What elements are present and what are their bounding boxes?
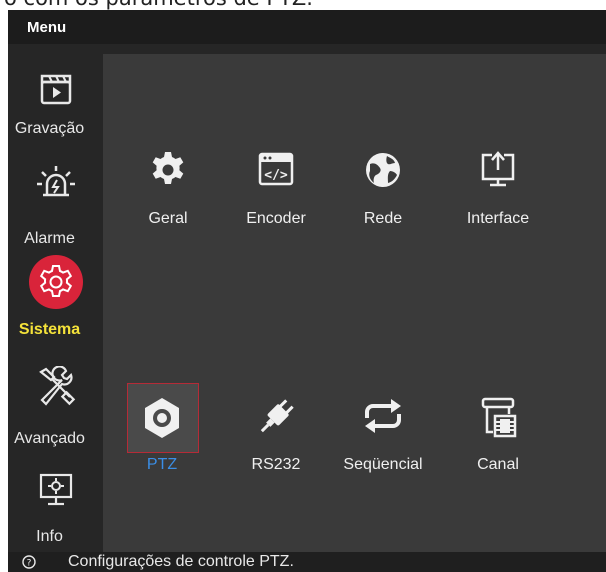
tile-label: PTZ (146, 456, 178, 473)
sidebar-item-gravacao[interactable]: Gravação (8, 44, 103, 144)
tile-canal[interactable]: Canal (443, 396, 553, 516)
gear-icon (28, 255, 83, 309)
dvr-menu-window: Menu Gravação Alarme Sistema Avançado In… (8, 10, 606, 572)
status-bar: ? Configurações de controle PTZ. (8, 552, 606, 572)
sidebar: Gravação Alarme Sistema Avançado Info (8, 44, 103, 552)
loop-arrows-icon (328, 396, 438, 436)
sidebar-item-label: Avançado (14, 430, 85, 447)
sidebar-item-avancado[interactable]: Avançado (8, 362, 103, 462)
globe-icon (328, 150, 438, 190)
sidebar-item-label: Sistema (18, 321, 81, 338)
sidebar-item-alarme[interactable]: Alarme (8, 154, 103, 247)
caption-text: o com os parâmetros de PTZ. (4, 0, 313, 10)
sidebar-item-label: Gravação (14, 120, 85, 137)
help-circle-icon: ? (22, 555, 38, 571)
gear-icon (113, 150, 223, 190)
active-indicator (8, 255, 103, 309)
tile-rs232[interactable]: RS232 (221, 396, 331, 516)
tile-label: Interface (466, 210, 530, 227)
sidebar-item-info[interactable]: Info (8, 462, 103, 552)
alarm-siren-icon (8, 164, 103, 200)
menu-title-bar: Menu (8, 10, 606, 44)
sidebar-item-sistema[interactable]: Sistema (8, 252, 103, 352)
tile-interface[interactable]: Interface (443, 150, 553, 270)
tile-ptz[interactable]: PTZ (107, 396, 217, 516)
svg-text:</>: </> (264, 168, 288, 183)
status-text: Configurações de controle PTZ. (68, 553, 294, 570)
tile-geral[interactable]: Geral (113, 150, 223, 270)
system-settings-panel: Geral </> Encoder Rede Interface PTZ RS2… (103, 54, 606, 552)
tile-label: Rede (363, 210, 403, 227)
document-caption: o com os parâmetros de PTZ. (0, 0, 606, 10)
tile-rede[interactable]: Rede (328, 150, 438, 270)
tile-sequencial[interactable]: Seqüencial (328, 396, 438, 516)
tile-label: Canal (477, 456, 519, 473)
tile-label: Seqüencial (343, 456, 423, 473)
hexagon-camera-icon (107, 396, 217, 440)
tools-icon (8, 366, 103, 406)
svg-text:?: ? (27, 559, 32, 569)
code-window-icon: </> (221, 150, 331, 190)
sidebar-item-label: Info (36, 528, 63, 545)
tile-encoder[interactable]: </> Encoder (221, 150, 331, 270)
sidebar-item-label: Alarme (24, 230, 75, 247)
monitor-info-icon (8, 472, 103, 508)
plug-icon (221, 396, 331, 438)
monitor-upload-icon (443, 150, 553, 190)
channel-camera-icon (443, 396, 553, 440)
menu-title: Menu (27, 19, 67, 36)
recording-clapper-icon (8, 72, 103, 106)
